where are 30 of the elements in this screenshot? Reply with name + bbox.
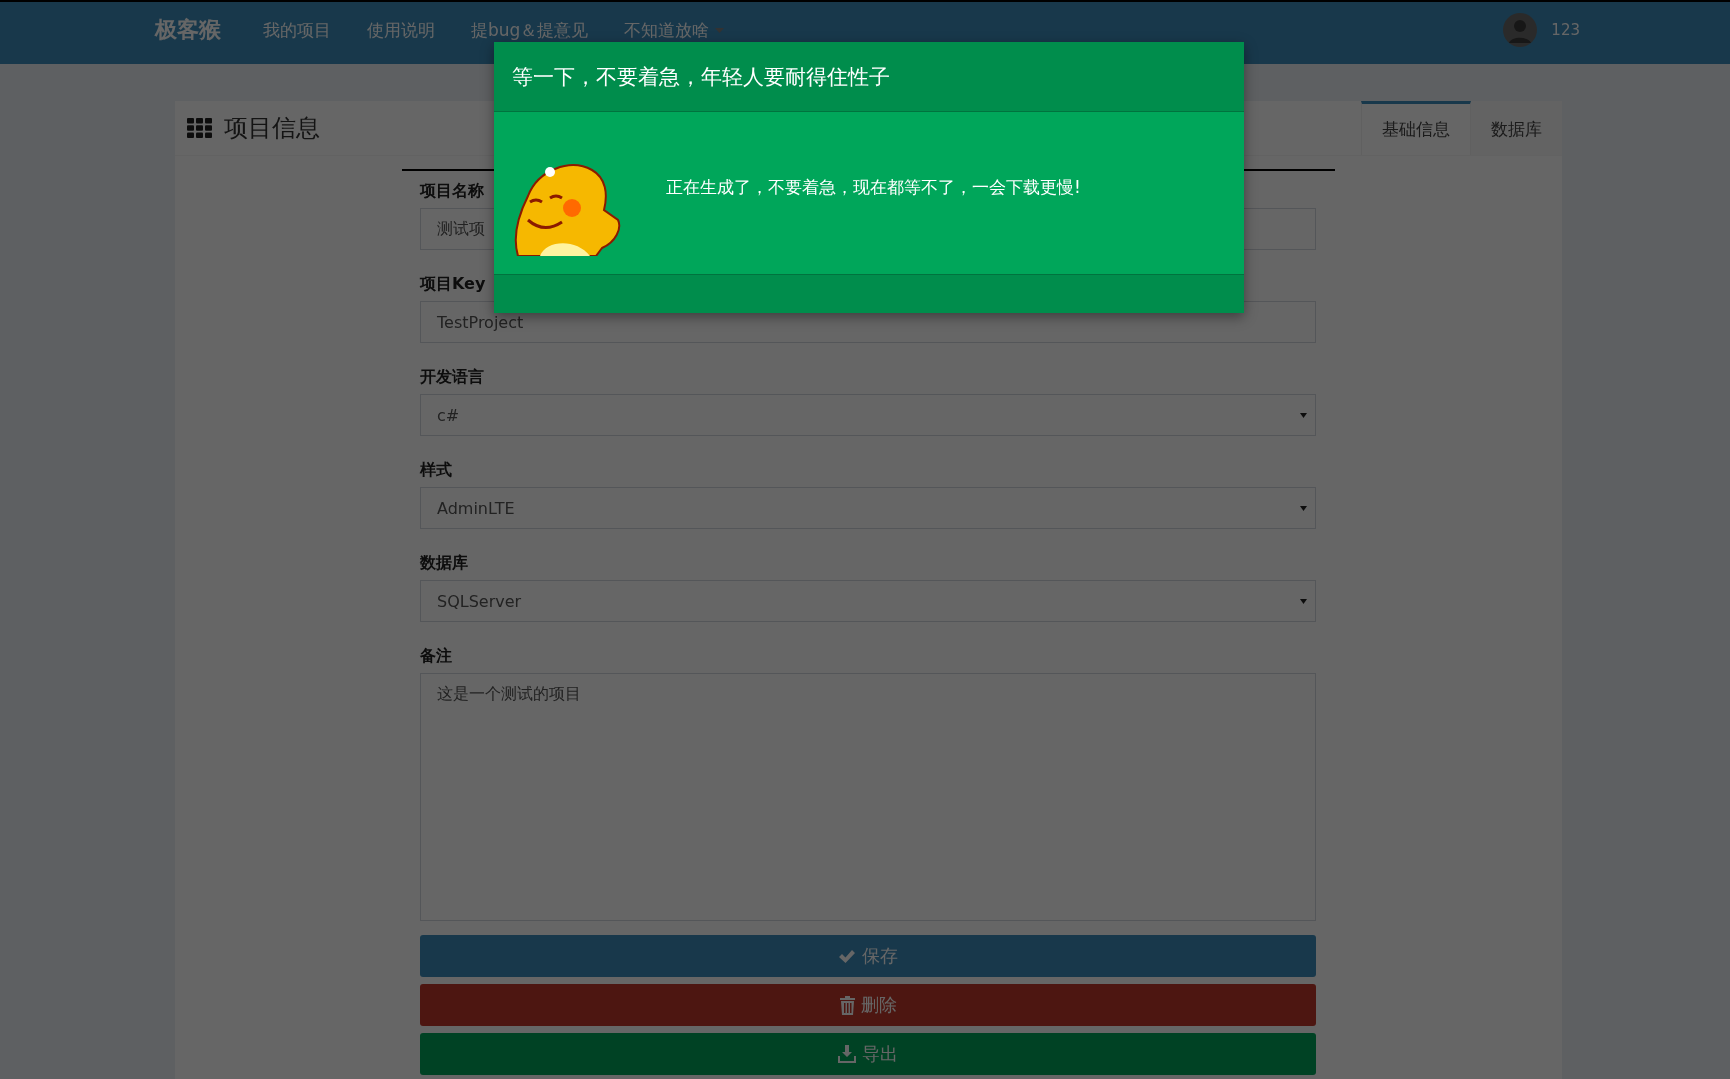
download-icon <box>838 1045 856 1063</box>
field-label: 备注 <box>420 646 452 667</box>
user-name[interactable]: 123 <box>1551 21 1580 39</box>
field-label: 开发语言 <box>420 367 484 388</box>
avatar-icon[interactable] <box>1503 13 1538 47</box>
check-icon <box>838 948 856 964</box>
field-label: 样式 <box>420 460 452 481</box>
action-button[interactable]: 删除 <box>420 984 1316 1026</box>
action-button[interactable]: 保存 <box>420 935 1316 977</box>
select-field[interactable]: SQLServer <box>420 580 1316 622</box>
nav-link[interactable]: 提bug＆提意见 <box>471 18 589 42</box>
brand-logo[interactable]: 极客猴 <box>155 15 221 45</box>
trash-icon <box>839 995 855 1015</box>
panel-title: 项目信息 <box>224 113 320 144</box>
field-label: 项目名称 <box>420 181 484 202</box>
caret-icon <box>1300 598 1307 604</box>
select-field[interactable]: AdminLTE <box>420 487 1316 529</box>
modal-title: 等一下，不要着急，年轻人要耐得住性子 <box>512 63 890 91</box>
grid-icon <box>187 118 212 138</box>
modal-message: 正在生成了，不要着急，现在都等不了，一会下载更慢! <box>666 175 1081 199</box>
nav-link[interactable]: 我的项目 <box>263 18 331 42</box>
caret-icon <box>1300 505 1307 511</box>
caret-icon <box>1300 412 1307 418</box>
tab[interactable]: 基础信息 <box>1361 101 1471 155</box>
select-field[interactable]: c# <box>420 394 1316 436</box>
field-label: 数据库 <box>420 553 468 574</box>
action-button[interactable]: 导出 <box>420 1033 1316 1075</box>
nav-link[interactable]: 使用说明 <box>367 18 435 42</box>
nav-link[interactable]: 不知道放啥 <box>624 18 725 42</box>
field-label: 项目Key <box>420 274 486 295</box>
